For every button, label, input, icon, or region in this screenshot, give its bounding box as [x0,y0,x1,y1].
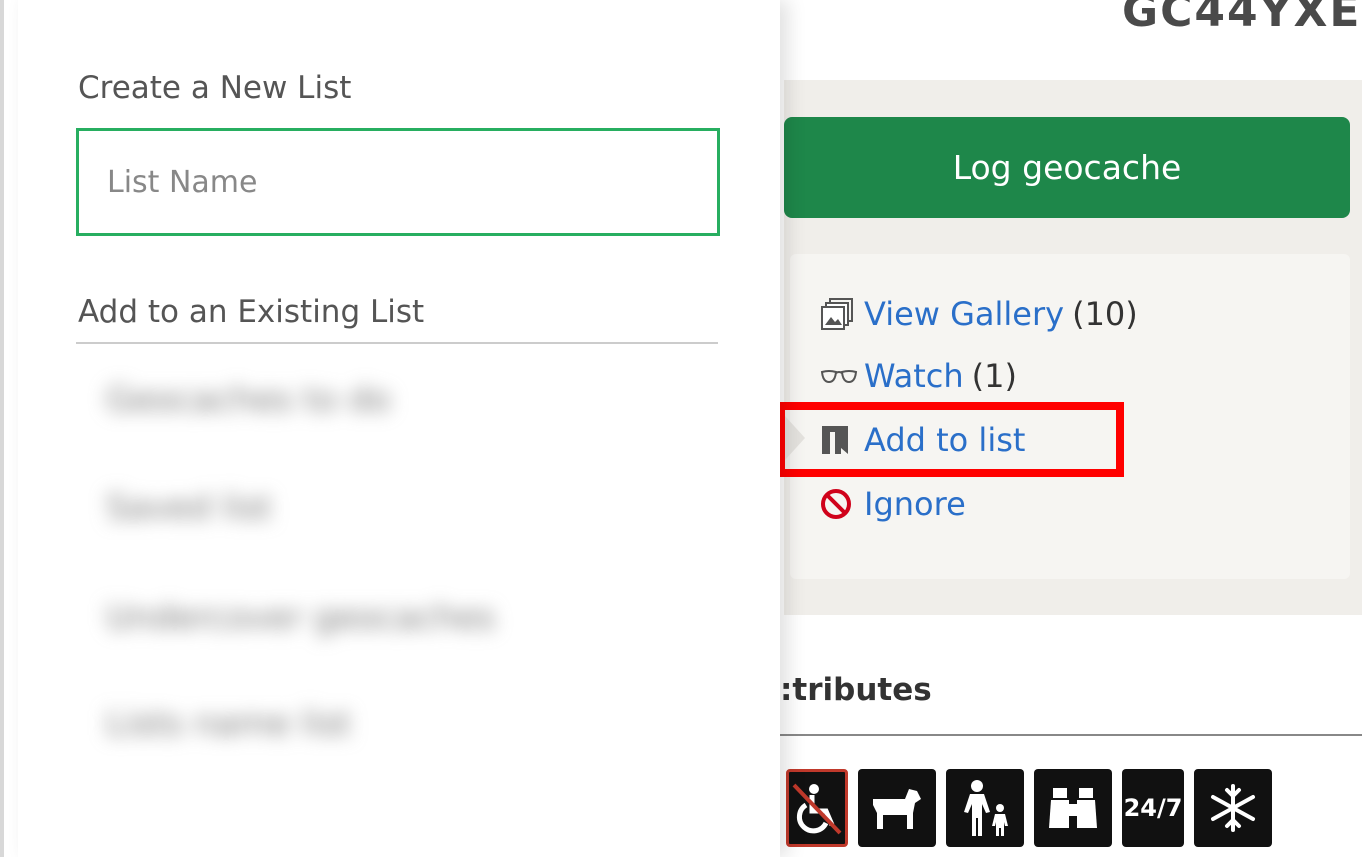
dogs-allowed-icon[interactable] [858,769,936,847]
list-name-input[interactable] [76,128,720,236]
glasses-icon [820,356,864,396]
existing-list-item[interactable]: Saved list [106,488,272,548]
create-list-label: Create a New List [78,70,352,106]
existing-list-item[interactable]: Geocaches to do [106,380,391,440]
scenic-view-icon[interactable] [1034,769,1112,847]
gallery-icon [820,294,864,334]
view-gallery-link[interactable]: View Gallery [864,295,1064,333]
kid-friendly-icon[interactable] [946,769,1024,847]
winter-icon[interactable] [1194,769,1272,847]
highlight-box [777,402,1124,477]
cache-code-heading: GC44YXE [1122,0,1362,37]
watch-action[interactable]: Watch (1) [820,348,1017,404]
panel-left-edge [0,0,4,857]
watch-link[interactable]: Watch [864,357,964,395]
chevron-right-icon [785,416,805,460]
attribute-icons: 24/7 [786,769,1272,847]
add-to-list-panel: Create a New List Add to an Existing Lis… [18,0,780,857]
ignore-link[interactable]: Ignore [864,485,966,523]
existing-list-item[interactable]: Lists name list [106,704,351,764]
available-24-7-icon[interactable]: 24/7 [1122,769,1184,847]
log-geocache-button[interactable]: Log geocache [784,117,1350,218]
gallery-count: (10) [1072,295,1138,333]
attributes-heading: :tributes [780,672,932,708]
view-gallery-action[interactable]: View Gallery (10) [820,286,1138,342]
watch-count: (1) [971,357,1017,395]
existing-list-label: Add to an Existing List [78,294,425,330]
existing-list-divider [76,342,718,344]
attributes-divider [780,734,1362,736]
ban-icon [820,484,864,524]
existing-list-item[interactable]: Undercover geocaches [106,598,495,658]
ignore-action[interactable]: Ignore [820,476,966,532]
wheelchair-not-accessible-icon[interactable] [786,769,848,847]
available-24-7-label: 24/7 [1123,794,1183,822]
